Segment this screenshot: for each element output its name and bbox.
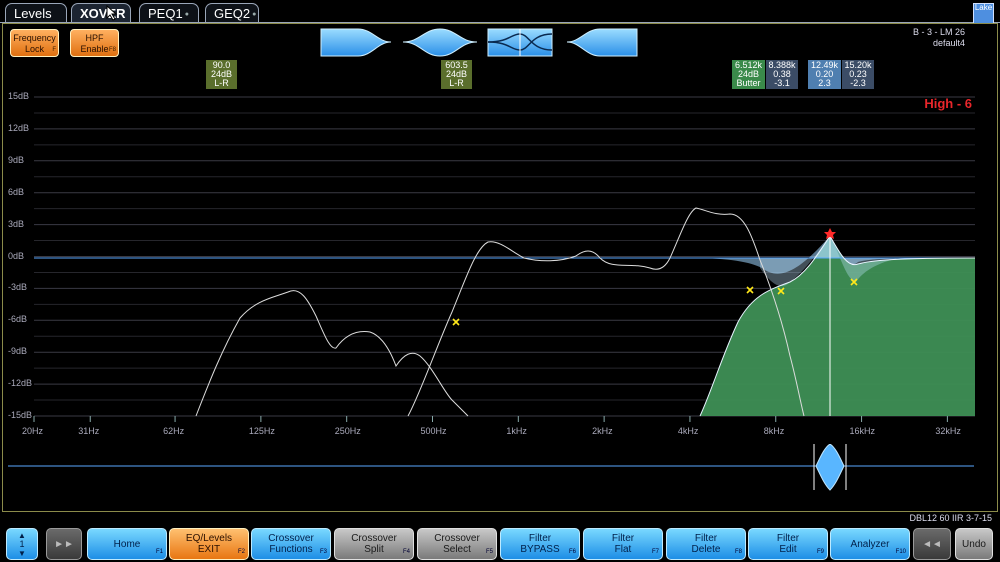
y-axis-label: 3dB (8, 218, 25, 229)
fkey-label: F2 (237, 549, 245, 555)
y-axis-label: -3dB (8, 282, 28, 293)
home-button[interactable]: Home F1 (87, 528, 167, 560)
x-axis-label: 31Hz (78, 426, 100, 436)
button-label: Crossover Functions (268, 533, 314, 555)
x-axis-label: 250Hz (334, 426, 361, 436)
fkey-label: F1 (155, 549, 163, 555)
button-line2: EXIT (197, 544, 221, 555)
x-axis-label: 8kHz (763, 426, 785, 436)
high-band-fill (700, 236, 975, 416)
filter-bypass-button[interactable]: Filter BYPASS F6 (500, 528, 580, 560)
button-label: Filter Edit (777, 533, 799, 555)
crossover-select-button[interactable]: Crossover Select F5 (417, 528, 497, 560)
x-axis-label: 1kHz (506, 426, 527, 436)
button-line1: Undo (962, 538, 986, 550)
fkey-label: F4 (402, 549, 410, 555)
x-axis-label: 500Hz (420, 426, 447, 436)
button-label: Home (114, 539, 141, 550)
x-axis-label: 4kHz (677, 426, 699, 436)
button-label: Filter Delete (692, 533, 721, 555)
y-axis-label: 12dB (8, 122, 30, 133)
firmware-status-text: DBL12 60 IIR 3-7-15 (909, 513, 992, 523)
analyzer-button[interactable]: Analyzer F10 (830, 528, 910, 560)
button-line1: Crossover (434, 533, 480, 544)
overview-peak-icon (815, 444, 845, 491)
button-line1: ◄◄ (922, 538, 942, 550)
button-label: ►► (54, 539, 74, 550)
button-line1: Filter (611, 533, 635, 544)
filter-edit-button[interactable]: Filter Edit F9 (748, 528, 828, 560)
button-line1: Analyzer (850, 538, 890, 550)
button-line1: EQ/Levels (185, 533, 233, 544)
arrow-down-icon[interactable]: ▼ (18, 549, 26, 558)
filter-flat-button[interactable]: Filter Flat F7 (583, 528, 663, 560)
crossover-split-button[interactable]: Crossover Split F4 (334, 528, 414, 560)
button-line1: ►► (54, 538, 74, 550)
x-axis-label: 62Hz (163, 426, 185, 436)
y-axis-label: -12dB (8, 378, 33, 389)
button-line2: Delete (691, 544, 721, 555)
x-axis-label: 16kHz (849, 426, 876, 436)
fkey-label: F5 (485, 549, 493, 555)
fkey-label: F3 (319, 549, 327, 555)
filter-delete-button[interactable]: Filter Delete F8 (666, 528, 746, 560)
button-label: ◄◄ (922, 539, 942, 550)
updown-value: 1 (19, 538, 25, 549)
button-label: EQ/Levels EXIT (186, 533, 232, 555)
button-line1: Home (113, 538, 141, 550)
button-label: Undo (962, 539, 986, 550)
fkey-label: F8 (734, 549, 742, 555)
forward-button[interactable]: ►► (46, 528, 82, 560)
button-line1: Crossover (268, 533, 314, 544)
button-label: Crossover Split (351, 533, 397, 555)
crossover-functions-button[interactable]: Crossover Functions F3 (251, 528, 331, 560)
button-line2: Edit (779, 544, 797, 555)
y-axis-label: 15dB (8, 91, 30, 101)
button-line2: BYPASS (520, 544, 560, 555)
button-label: Crossover Select (434, 533, 480, 555)
button-line2: Functions (269, 544, 313, 555)
x-axis-label: 20Hz (22, 426, 44, 436)
updown-spinner[interactable]: ▲ 1 ▼ (6, 528, 38, 560)
button-label: Analyzer (851, 539, 890, 550)
fkey-label: F6 (568, 549, 576, 555)
x-axis-label: 125Hz (248, 426, 275, 436)
x-axis-label: 2kHz (592, 426, 613, 436)
y-axis-label: 9dB (8, 154, 25, 165)
y-axis-label: 0dB (8, 250, 25, 261)
button-line2: Split (364, 544, 384, 555)
back-button[interactable]: ◄◄ (913, 528, 951, 560)
low-band-response-curve (195, 290, 469, 417)
button-line2: Select (443, 544, 471, 555)
spectrum-overview-strip[interactable] (8, 444, 974, 496)
fkey-label: F7 (651, 549, 659, 555)
y-axis-label: 6dB (8, 186, 25, 197)
button-label: Filter BYPASS (520, 533, 559, 555)
button-line1: Filter (528, 533, 552, 544)
x-axis-label: 32kHz (935, 426, 961, 436)
eq-levels-exit-button[interactable]: EQ/Levels EXIT F2 (169, 528, 249, 560)
button-line1: Filter (694, 533, 718, 544)
undo-button[interactable]: Undo (955, 528, 993, 560)
fkey-label: F10 (895, 549, 906, 555)
button-label: Filter Flat (612, 533, 634, 555)
y-axis-label: -15dB (8, 410, 33, 420)
fkey-label: F9 (816, 549, 824, 555)
button-line1: Crossover (351, 533, 397, 544)
y-axis-label: -6dB (8, 314, 28, 325)
y-axis-label: -9dB (8, 346, 28, 357)
button-line1: Filter (776, 533, 800, 544)
button-line2: Flat (614, 544, 632, 555)
